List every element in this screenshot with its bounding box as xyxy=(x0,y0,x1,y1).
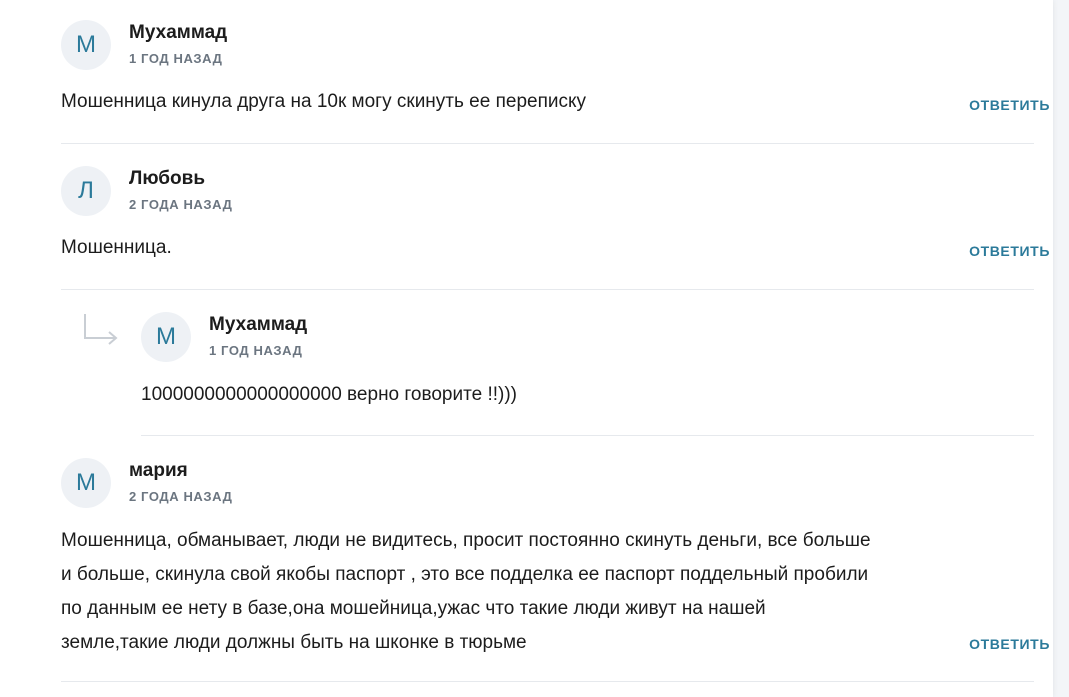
reply-arrow-icon xyxy=(84,314,118,345)
comment: М мария 2 ГОДА НАЗАД Мошенница, обманыва… xyxy=(61,458,1050,678)
comment-author[interactable]: Любовь xyxy=(129,167,205,191)
comment-time: 1 ГОД НАЗАД xyxy=(209,343,303,358)
comment-text-line: и больше, скинула свой якобы паспорт , э… xyxy=(61,564,869,585)
avatar: М xyxy=(61,458,111,508)
divider xyxy=(141,435,1034,436)
reply-comment: М Мухаммад 1 ГОД НАЗАД 10000000000000000… xyxy=(141,312,1050,422)
comment-time: 1 ГОД НАЗАД xyxy=(129,51,223,66)
comment-time: 2 ГОДА НАЗАД xyxy=(129,197,233,212)
comment: М Мухаммад 1 ГОД НАЗАД Мошенница кинула … xyxy=(61,20,1050,130)
comment-text-line: по данным ее нету в базе,она мошейница,у… xyxy=(61,598,766,619)
reply-button[interactable]: ОТВЕТИТЬ xyxy=(969,242,1050,260)
divider xyxy=(61,681,1034,682)
reply-button[interactable]: ОТВЕТИТЬ xyxy=(969,635,1050,653)
divider xyxy=(61,289,1034,290)
comment-time: 2 ГОДА НАЗАД xyxy=(129,489,233,504)
comment-author[interactable]: Мухаммад xyxy=(129,21,227,45)
avatar: М xyxy=(61,20,111,70)
divider xyxy=(61,143,1034,144)
comment-text: Мошенница кинула друга на 10к могу скину… xyxy=(61,91,587,112)
comment-author[interactable]: мария xyxy=(129,459,188,483)
avatar: Л xyxy=(61,166,111,216)
comment-text: 1000000000000000000 верно говорите !!))) xyxy=(141,384,517,405)
comment-text: Мошенница. xyxy=(61,237,172,258)
reply-button[interactable]: ОТВЕТИТЬ xyxy=(969,96,1050,114)
comment-text-line: земле,такие люди должны быть на шконке в… xyxy=(61,632,527,653)
comment: Л Любовь 2 ГОДА НАЗАД Мошенница. ОТВЕТИТ… xyxy=(61,166,1050,276)
comment-author[interactable]: Мухаммад xyxy=(209,313,307,337)
comments-page: М Мухаммад 1 ГОД НАЗАД Мошенница кинула … xyxy=(0,0,1053,697)
comment-text-line: Мошенница, обманывает, люди не видитесь,… xyxy=(61,530,871,551)
avatar: М xyxy=(141,312,191,362)
